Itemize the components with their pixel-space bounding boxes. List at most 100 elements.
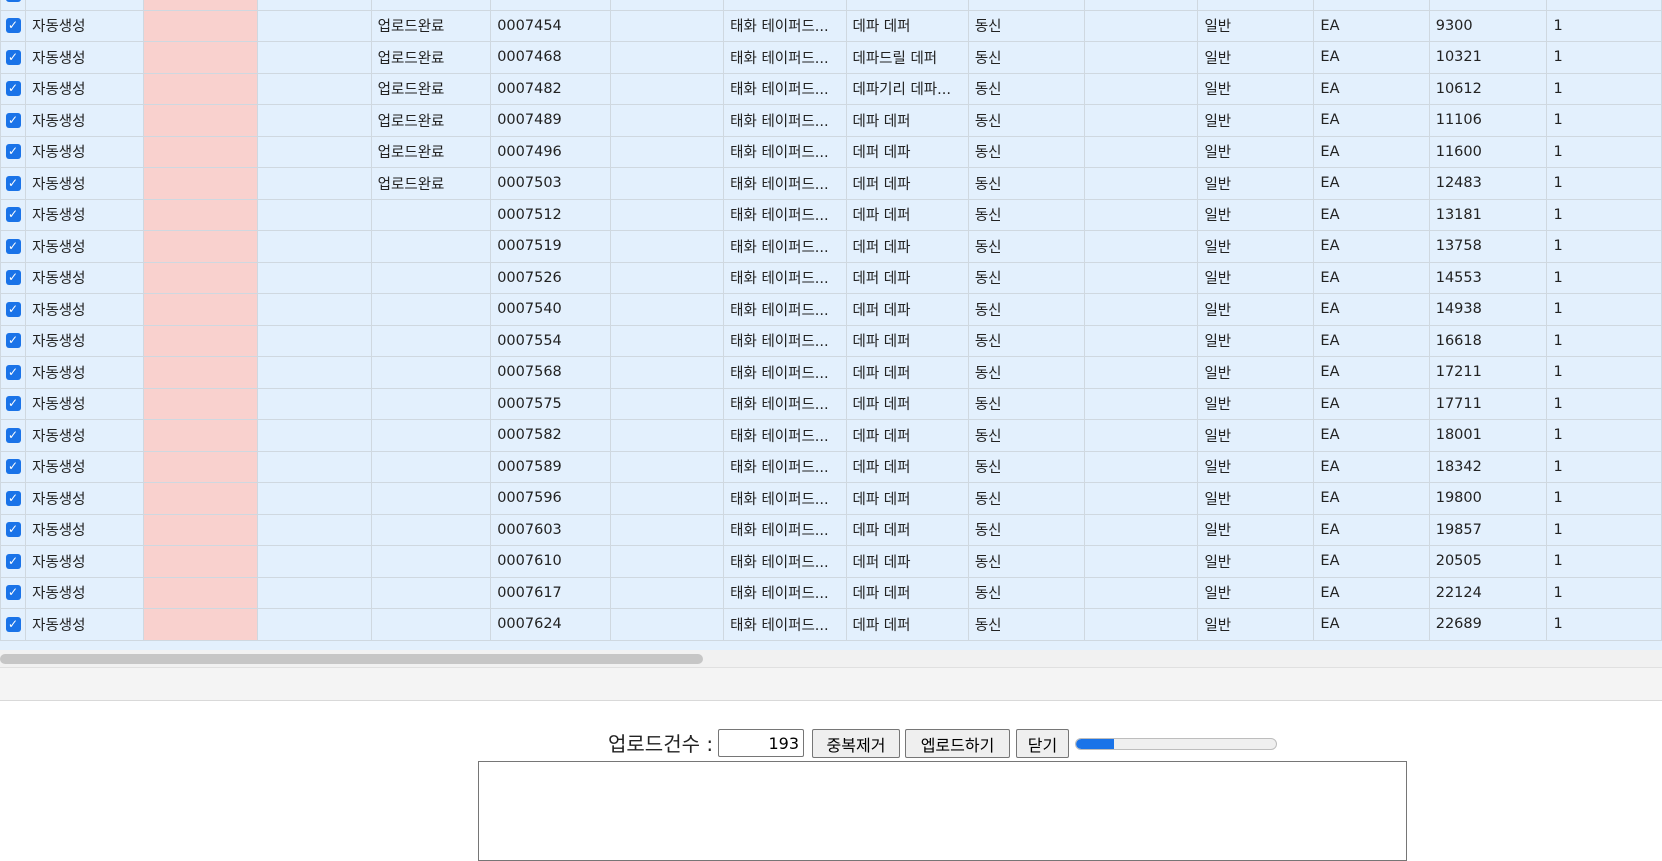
table-row[interactable]: ✓ 자동생성 0007603 태화 테이퍼드... 데파 데퍼 동신 일반 EA 19857 1 [0,513,1662,546]
check-icon[interactable]: ✓ [5,585,21,601]
cell-blank1[interactable] [257,419,372,452]
cell-maker[interactable]: 동신 [967,135,1085,168]
row-checkbox-cell[interactable]: ✓ [0,387,27,420]
row-checkbox-cell[interactable]: ✓ [0,261,27,294]
cell-gen[interactable]: 자동생성 [25,608,145,641]
check-icon[interactable]: ✓ [5,364,21,380]
cell-extra[interactable]: 1 [1546,72,1662,105]
cell-status[interactable] [370,0,492,11]
cell-num[interactable]: 18001 [1428,419,1548,452]
table-row[interactable]: ✓ 자동생성 업로드완료 0007482 태화 테이퍼드... 데파기리 데파... 동신 일… [0,72,1662,105]
cell-gen[interactable]: 자동생성 [25,482,145,515]
cell-blank3[interactable] [1083,230,1199,263]
cell-blank1[interactable] [257,104,372,137]
cell-vendor[interactable]: 태화 테이퍼드... [723,356,847,389]
cell-extra[interactable]: 1 [1546,324,1662,357]
cell-num[interactable]: 20505 [1428,545,1548,578]
cell-pink[interactable] [143,9,259,42]
table-row[interactable]: ✓ 자동생성 업로드완료 0007503 태화 테이퍼드... 데퍼 데파 동신 일반 EA 12… [0,167,1662,200]
cell-blank2[interactable] [609,419,725,452]
cell-blank1[interactable] [257,0,372,11]
cell-code[interactable] [490,0,611,11]
cell-item[interactable]: 데퍼 데파 [845,261,969,294]
cell-maker[interactable]: 동신 [967,608,1085,641]
cell-status[interactable] [370,482,492,515]
cell-vendor[interactable]: 태화 테이퍼드... [723,482,847,515]
row-checkbox-cell[interactable]: ✓ [0,324,27,357]
cell-maker[interactable]: 동신 [967,261,1085,294]
cell-status[interactable]: 업로드완료 [370,135,492,168]
cell-blank1[interactable] [257,72,372,105]
cell-gen[interactable]: 자동생성 [25,387,145,420]
cell-maker[interactable]: 동신 [967,387,1085,420]
cell-maker[interactable]: 동신 [967,419,1085,452]
cell-vendor[interactable]: 태화 테이퍼드... [723,576,847,609]
cell-type[interactable]: 일반 [1197,545,1315,578]
cell-blank3[interactable] [1083,293,1199,326]
cell-maker[interactable]: 동신 [967,324,1085,357]
cell-status[interactable] [370,387,492,420]
cell-vendor[interactable]: 태화 테이퍼드... [723,545,847,578]
table-row[interactable]: ✓ 자동생성 0007519 태화 테이퍼드... 데퍼 데파 동신 일반 EA 13758 1 [0,230,1662,263]
cell-gen[interactable]: 자동생성 [25,135,145,168]
cell-type[interactable]: 일반 [1197,608,1315,641]
cell-pink[interactable] [143,608,259,641]
cell-unit[interactable]: EA [1313,356,1430,389]
check-icon[interactable]: ✓ [5,270,21,286]
check-icon[interactable]: ✓ [5,459,21,475]
cell-code[interactable]: 0007624 [490,608,611,641]
row-checkbox-cell[interactable]: ✓ [0,104,27,137]
check-icon[interactable]: ✓ [5,49,21,65]
cell-type[interactable]: 일반 [1197,230,1315,263]
cell-pink[interactable] [143,104,259,137]
cell-type[interactable]: 일반 [1197,135,1315,168]
cell-blank2[interactable] [609,387,725,420]
cell-num[interactable]: 12483 [1428,167,1548,200]
cell-type[interactable]: 일반 [1197,9,1315,42]
cell-blank2[interactable] [609,608,725,641]
cell-item[interactable]: 데퍼 데파 [845,135,969,168]
cell-blank3[interactable] [1083,167,1199,200]
cell-blank2[interactable] [609,167,725,200]
cell-code[interactable]: 0007503 [490,167,611,200]
cell-blank3[interactable] [1083,135,1199,168]
check-icon[interactable]: ✓ [5,301,21,317]
row-checkbox-cell[interactable]: ✓ [0,230,27,263]
cell-type[interactable]: 일반 [1197,104,1315,137]
cell-extra[interactable]: 1 [1546,230,1662,263]
cell-blank1[interactable] [257,450,372,483]
check-icon[interactable]: ✓ [5,553,21,569]
cell-unit[interactable]: EA [1313,324,1430,357]
cell-status[interactable] [370,419,492,452]
cell-num[interactable]: 22124 [1428,576,1548,609]
cell-type[interactable]: 일반 [1197,576,1315,609]
table-row[interactable]: ✓ 자동생성 0007512 태화 테이퍼드... 데파 데퍼 동신 일반 EA 13181 1 [0,198,1662,231]
cell-blank3[interactable] [1083,72,1199,105]
cell-maker[interactable]: 동신 [967,41,1085,74]
table-row[interactable]: ✓ [0,0,1662,11]
cell-num[interactable]: 11600 [1428,135,1548,168]
cell-gen[interactable]: 자동생성 [25,576,145,609]
cell-blank1[interactable] [257,356,372,389]
cell-status[interactable] [370,450,492,483]
cell-vendor[interactable]: 태화 테이퍼드... [723,198,847,231]
row-checkbox-cell[interactable]: ✓ [0,545,27,578]
cell-item[interactable]: 데파 데퍼 [845,324,969,357]
table-row[interactable]: ✓ 자동생성 0007596 태화 테이퍼드... 데파 데퍼 동신 일반 EA 19800 1 [0,482,1662,515]
cell-blank2[interactable] [609,293,725,326]
cell-unit[interactable]: EA [1313,608,1430,641]
cell-num[interactable] [1428,0,1548,11]
cell-num[interactable]: 13758 [1428,230,1548,263]
row-checkbox-cell[interactable]: ✓ [0,0,27,11]
cell-blank3[interactable] [1083,0,1199,11]
row-checkbox-cell[interactable]: ✓ [0,293,27,326]
upload-button[interactable]: 엡로드하기 [905,729,1010,758]
scrollbar-thumb[interactable] [0,654,703,664]
cell-gen[interactable]: 자동생성 [25,513,145,546]
cell-code[interactable]: 0007617 [490,576,611,609]
cell-status[interactable]: 업로드완료 [370,104,492,137]
table-row[interactable]: ✓ 자동생성 0007624 태화 테이퍼드... 데파 데퍼 동신 일반 EA 22689 1 [0,608,1662,641]
cell-maker[interactable]: 동신 [967,545,1085,578]
cell-item[interactable]: 데파 데퍼 [845,387,969,420]
cell-pink[interactable] [143,293,259,326]
